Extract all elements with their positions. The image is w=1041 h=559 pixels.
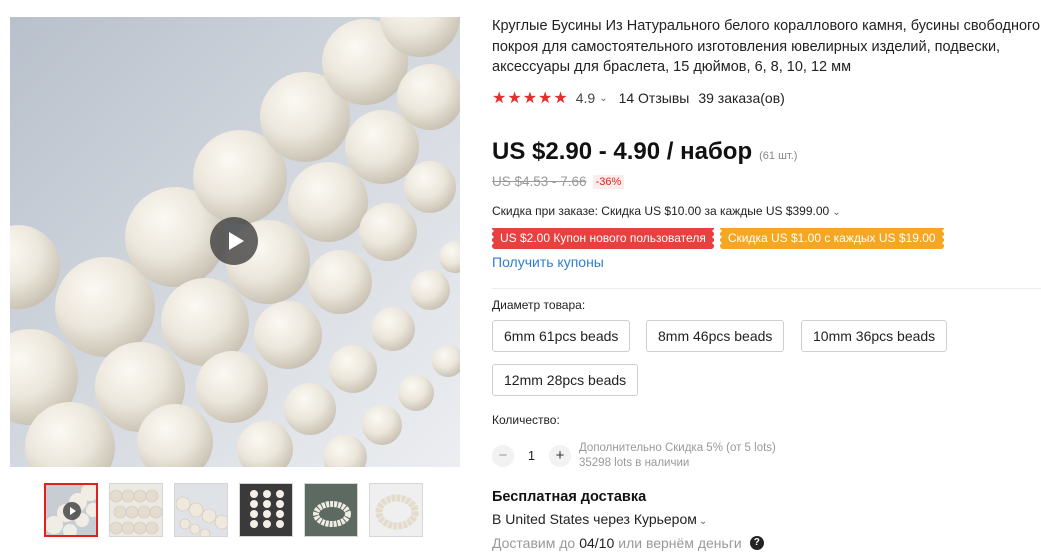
thumbnail-image <box>370 484 422 536</box>
discount-badge: -36% <box>592 174 625 189</box>
thumbnail-image <box>110 484 162 536</box>
quantity-note: Дополнительно Скидка 5% (от 5 lots) 3529… <box>579 441 776 470</box>
thumbnail-image <box>175 484 227 536</box>
thumbnail-5[interactable] <box>304 483 358 537</box>
old-price: US $4.53 - 7.66 <box>492 174 587 189</box>
star-icon: ★ <box>492 90 507 107</box>
chevron-down-icon: ⌄ <box>832 207 841 218</box>
thumbnail-3[interactable] <box>174 483 228 537</box>
product-info: Круглые Бусины Из Натурального белого ко… <box>492 16 1041 551</box>
quantity-plus-button[interactable]: + <box>549 444 571 467</box>
star-icon: ★ <box>553 90 568 107</box>
product-title: Круглые Бусины Из Натурального белого ко… <box>492 18 1041 75</box>
quantity-stepper: − 1 + Дополнительно Скидка 5% (от 5 lots… <box>492 441 776 470</box>
old-price-row: US $4.53 - 7.66 -36% <box>492 174 625 189</box>
shipping-method-text: В United States через Курьером <box>492 511 697 527</box>
star-icon: ★ <box>522 90 538 107</box>
divider <box>492 288 1041 289</box>
bulk-discount-note: Дополнительно Скидка 5% (от 5 lots) <box>579 442 776 454</box>
star-icon: ★ <box>538 90 553 107</box>
orders-count: 39 заказа(ов) <box>698 90 785 106</box>
chevron-down-icon: ⌄ <box>698 516 708 527</box>
rating-row: ★ ★ ★ ★ ★ 4.9 ⌄ 14 Отзывы 39 заказа(ов) <box>492 88 785 108</box>
thumbnail-image <box>305 484 357 536</box>
get-coupons-link[interactable]: Получить купоны <box>492 254 604 270</box>
thumbnail-4[interactable] <box>239 483 293 537</box>
stock-note: 35298 lots в наличии <box>579 456 690 469</box>
play-icon[interactable] <box>210 217 258 265</box>
question-icon[interactable]: ? <box>749 536 764 550</box>
quantity-label: Количество: <box>492 413 560 427</box>
play-icon <box>63 502 81 520</box>
thumbnail-2[interactable] <box>109 483 163 537</box>
option-12mm[interactable]: 12mm 28pcs beads <box>492 364 639 396</box>
main-product-image[interactable] <box>10 17 460 467</box>
order-discount-text: Скидка при заказе: Скидка US $10.00 за к… <box>492 204 830 218</box>
star-icon: ★ <box>507 90 522 107</box>
rating-value[interactable]: 4.9 <box>576 90 595 106</box>
quantity-input[interactable]: 1 <box>514 448 549 463</box>
price-range: US $2.90 - 4.90 / набор <box>492 138 753 165</box>
coupon-list: US $2.00 Купон нового пользователя Скидк… <box>492 228 944 249</box>
pieces-count: (61 шт.) <box>759 150 798 162</box>
quantity-minus-button[interactable]: − <box>492 444 514 467</box>
price-block: US $2.90 - 4.90 / набор (61 шт.) <box>492 138 797 166</box>
thumbnail-image <box>240 484 292 536</box>
chevron-down-icon[interactable]: ⌄ <box>599 93 607 104</box>
delivery-prefix: Доставим до <box>492 535 576 551</box>
shipping-method[interactable]: В United States через Курьером ⌄ <box>492 511 718 527</box>
diameter-label: Диаметр товара: <box>492 298 586 312</box>
order-discount[interactable]: Скидка при заказе: Скидка US $10.00 за к… <box>492 204 841 218</box>
star-rating: ★ ★ ★ ★ ★ <box>492 88 568 108</box>
coupon-new-user[interactable]: US $2.00 Купон нового пользователя <box>492 228 714 249</box>
delivery-date: 04/10 <box>579 535 615 551</box>
thumbnail-video[interactable] <box>44 483 98 537</box>
coupon-store[interactable]: Скидка US $1.00 с каждых US $19.00 <box>719 228 944 249</box>
option-8mm[interactable]: 8mm 46pcs beads <box>646 320 785 352</box>
reviews-link[interactable]: 14 Отзывы <box>619 90 690 106</box>
thumbnail-6[interactable] <box>369 483 423 537</box>
delivery-suffix: или вернём деньги <box>618 535 742 551</box>
option-10mm[interactable]: 10mm 36pcs beads <box>801 320 948 352</box>
option-6mm[interactable]: 6mm 61pcs beads <box>492 320 631 352</box>
delivery-guarantee: Доставим до 04/10 или вернём деньги ? <box>492 535 764 551</box>
shipping-title: Бесплатная доставка <box>492 489 647 505</box>
thumbnail-strip <box>44 483 423 537</box>
